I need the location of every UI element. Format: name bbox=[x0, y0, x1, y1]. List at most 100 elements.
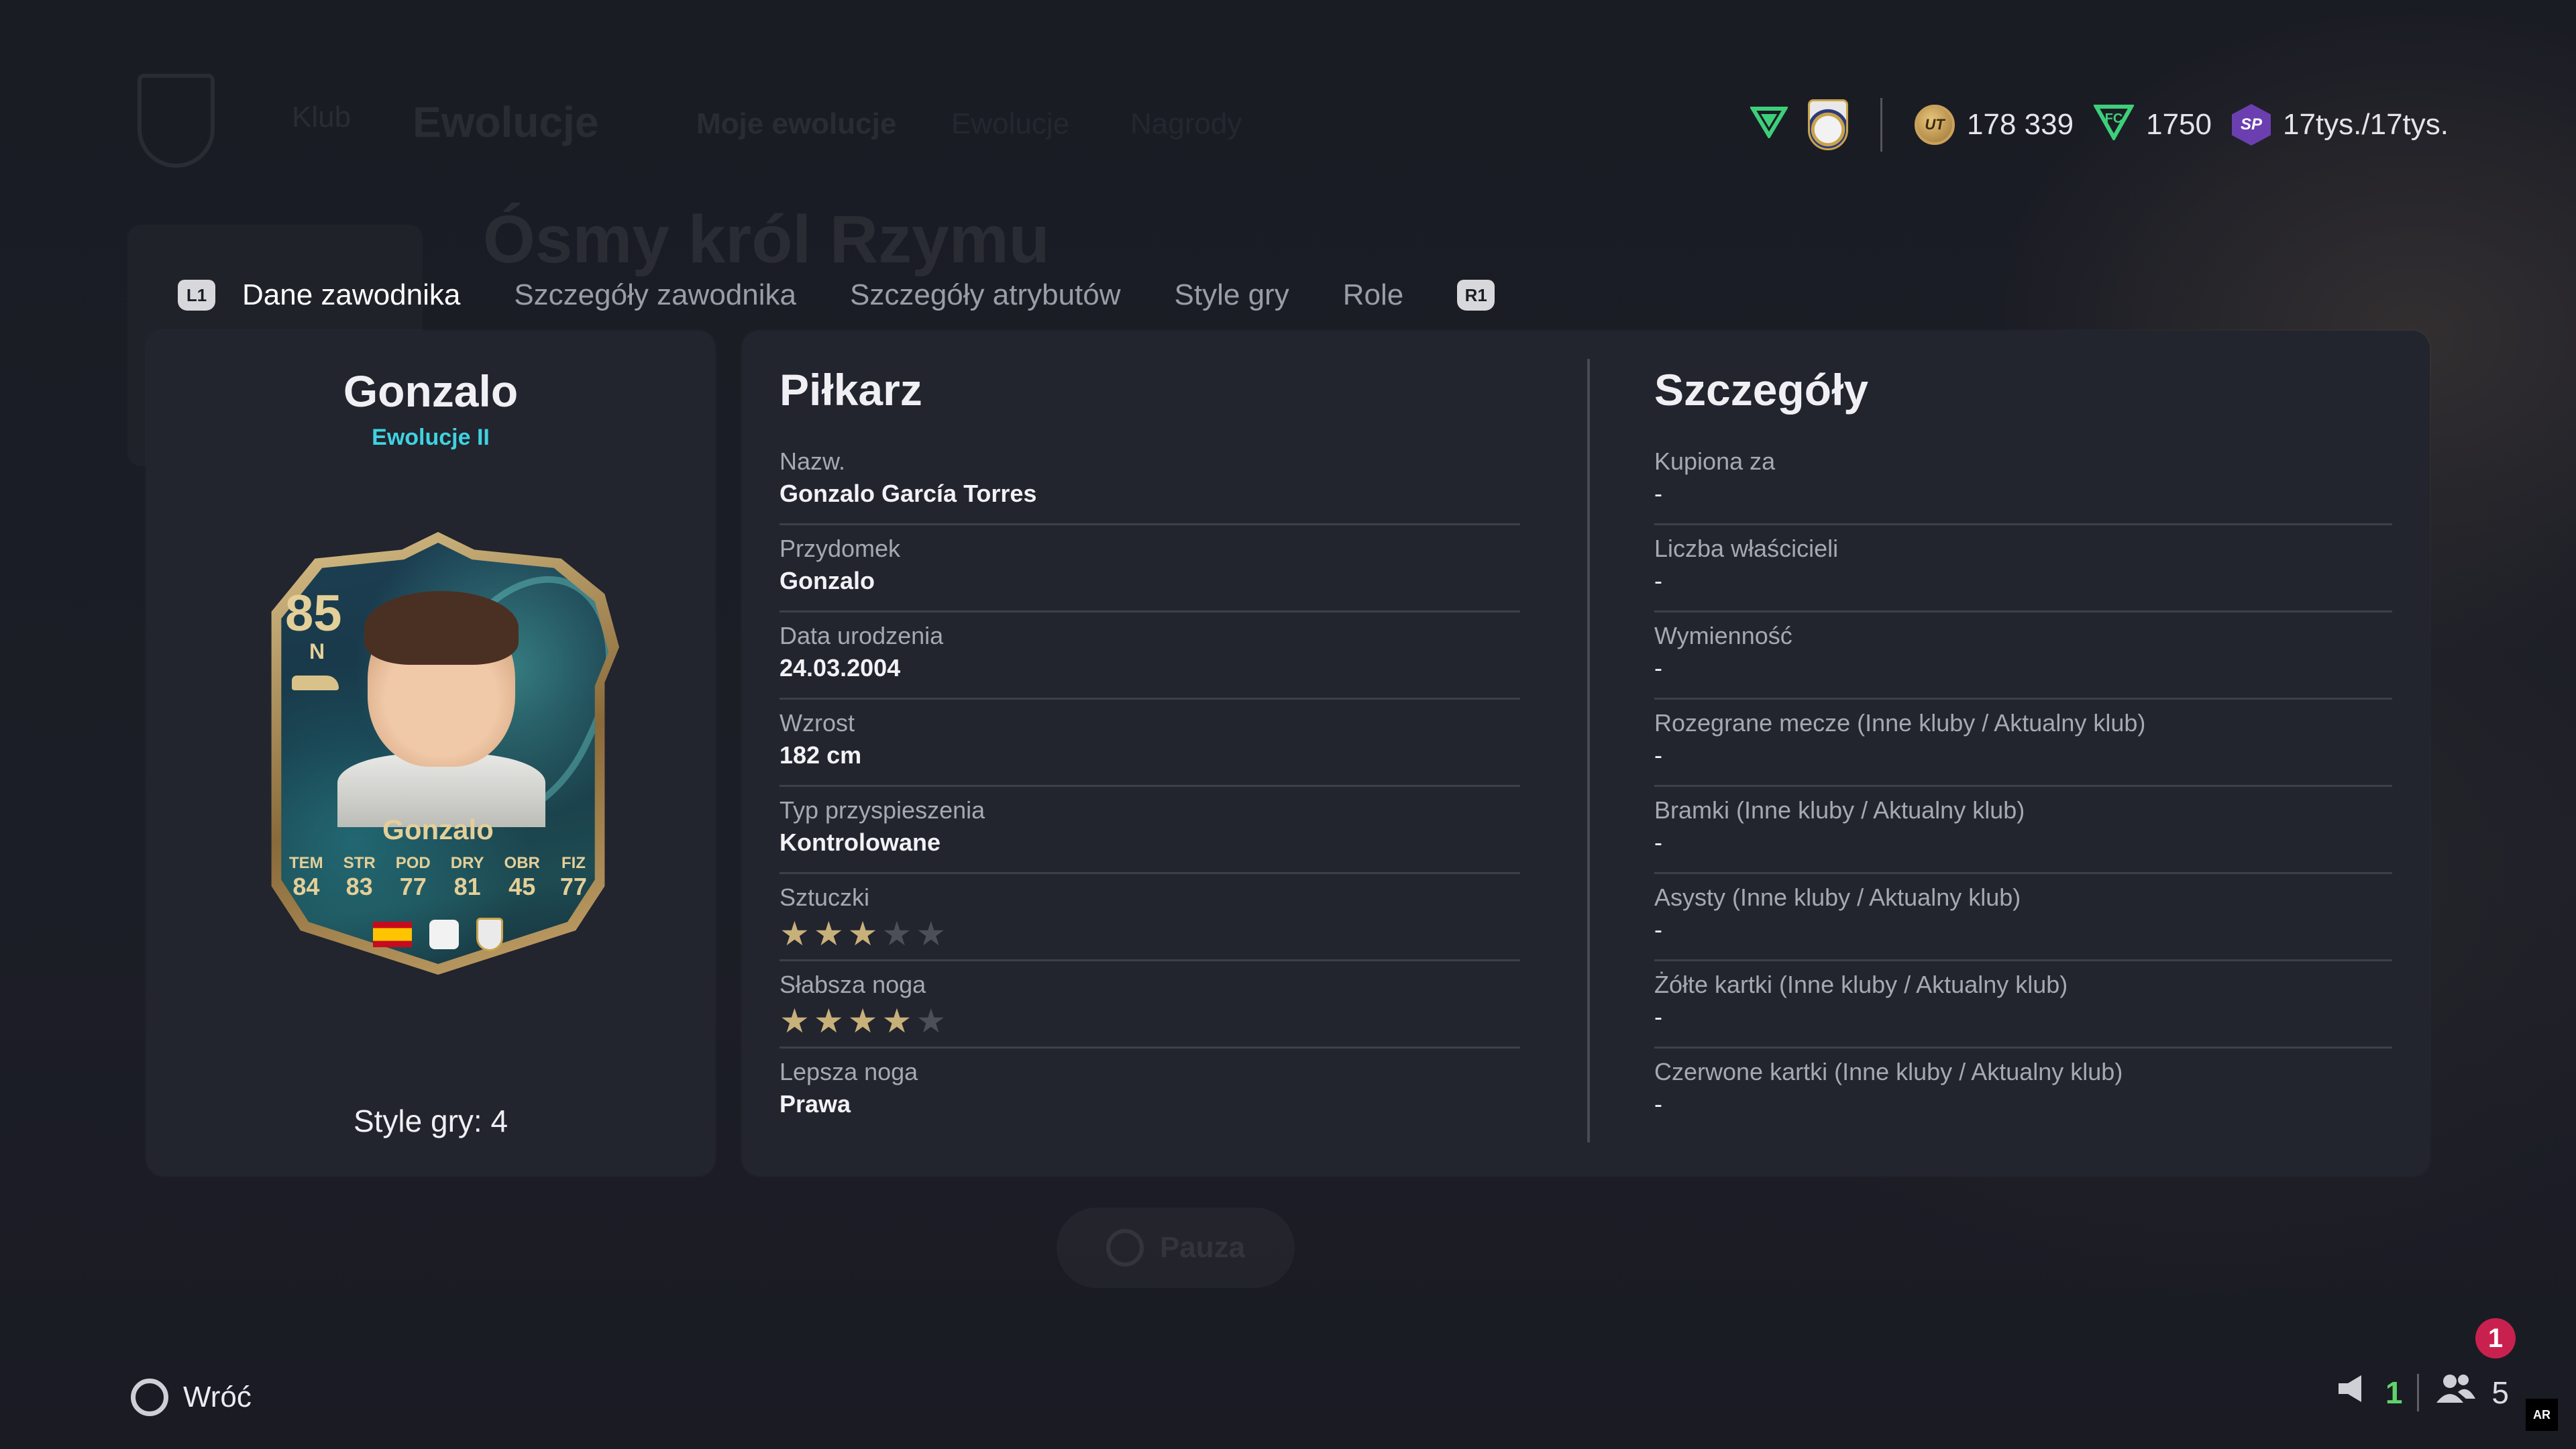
detail-row-name: Nazw. Gonzalo García Torres bbox=[780, 438, 1520, 525]
tab-style-gry[interactable]: Style gry bbox=[1175, 278, 1289, 312]
bg-pause-label: Pauza bbox=[1159, 1231, 1246, 1264]
card-stat-label: DRY bbox=[450, 854, 484, 872]
corner-logo: AR bbox=[2526, 1399, 2558, 1431]
back-label: Wróć bbox=[183, 1381, 252, 1413]
sp-display: SP 17tys./17tys. bbox=[2231, 104, 2449, 146]
detail-value: Gonzalo García Torres bbox=[780, 480, 1037, 507]
shield-green-icon bbox=[1749, 105, 1789, 146]
tab-dane-zawodnika[interactable]: Dane zawodnika bbox=[242, 278, 460, 312]
card-stat-value: 83 bbox=[345, 873, 373, 900]
sp-value: 17tys./17tys. bbox=[2282, 108, 2449, 141]
detail-label: Kupiona za bbox=[1654, 447, 1776, 475]
star-filled-icon: ★ bbox=[847, 1002, 878, 1040]
detail-label: Lepsza noga bbox=[780, 1058, 918, 1085]
detail-row-matches: Rozegrane mecze (Inne kluby / Aktualny k… bbox=[1654, 700, 2392, 787]
card-stat: STR 83 bbox=[343, 854, 376, 901]
detail-value: 24.03.2004 bbox=[780, 654, 901, 682]
player-details-panel: Piłkarz Nazw. Gonzalo García Torres Przy… bbox=[742, 331, 2430, 1176]
detail-row-nickname: Przydomek Gonzalo bbox=[780, 525, 1520, 612]
playstyles-count: Style gry: 4 bbox=[353, 1104, 508, 1138]
star-filled-icon: ★ bbox=[813, 1002, 844, 1040]
points-display: FC 1750 bbox=[2092, 103, 2212, 148]
weak-foot-stars: ★ ★ ★ ★ ★ bbox=[780, 1004, 1520, 1038]
star-filled-icon: ★ bbox=[881, 1002, 912, 1040]
club-badge-icon bbox=[476, 918, 503, 951]
fc-points-icon: FC bbox=[2092, 103, 2135, 148]
card-stat-label: OBR bbox=[504, 854, 540, 872]
detail-row-goals: Bramki (Inne kluby / Aktualny klub) - bbox=[1654, 787, 2392, 874]
detail-row-bought-for: Kupiona za - bbox=[1654, 438, 2392, 525]
pilkarz-title: Piłkarz bbox=[780, 365, 922, 415]
r1-bumper-icon[interactable]: R1 bbox=[1457, 280, 1495, 311]
tab-szczegoly-atrybutow[interactable]: Szczegóły atrybutów bbox=[850, 278, 1121, 312]
card-stats: TEM 84 STR 83 POD 77 DRY 81 OBR 45 FIZ 77 bbox=[289, 854, 587, 901]
league-logo-icon bbox=[429, 920, 459, 949]
detail-value: Gonzalo bbox=[780, 567, 875, 594]
back-button[interactable]: Wróć bbox=[131, 1379, 252, 1416]
card-stat: DRY 81 bbox=[451, 854, 484, 901]
detail-value: - bbox=[1654, 916, 1662, 943]
player-card-panel: Gonzalo Ewolucje II 85 N Gonzalo TEM 84 S… bbox=[146, 331, 715, 1176]
megaphone-icon[interactable] bbox=[2336, 1373, 2371, 1412]
card-stat-value: 45 bbox=[508, 873, 536, 900]
detail-label: Liczba właścicieli bbox=[1654, 535, 1839, 562]
notification-badge[interactable]: 1 bbox=[2475, 1318, 2516, 1358]
detail-row-skill-moves: Sztuczki ★ ★ ★ ★ ★ bbox=[780, 874, 1520, 961]
ut-logo-icon bbox=[138, 74, 215, 168]
coin-icon: UT bbox=[1915, 105, 1955, 145]
detail-value: - bbox=[1654, 1003, 1662, 1030]
card-stat-value: 84 bbox=[292, 873, 320, 900]
messages-count: 1 bbox=[2385, 1375, 2403, 1410]
friends-count: 5 bbox=[2491, 1375, 2509, 1410]
detail-row-birthdate: Data urodzenia 24.03.2004 bbox=[780, 612, 1520, 700]
currency-bar: UT 178 339 FC 1750 SP 17tys./17tys. bbox=[1749, 94, 2449, 156]
player-name: Gonzalo bbox=[343, 366, 519, 416]
l1-bumper-icon[interactable]: L1 bbox=[178, 280, 215, 311]
nation-flag-icon bbox=[373, 922, 412, 947]
circle-button-icon bbox=[131, 1379, 168, 1416]
star-filled-icon: ★ bbox=[847, 915, 878, 953]
detail-value: - bbox=[1654, 654, 1662, 682]
friends-icon[interactable] bbox=[2434, 1372, 2477, 1413]
card-stat: POD 77 bbox=[396, 854, 431, 901]
status-divider bbox=[2417, 1373, 2420, 1411]
detail-label: Data urodzenia bbox=[780, 622, 944, 649]
bg-club-label: Klub bbox=[292, 101, 352, 133]
card-stat: OBR 45 bbox=[504, 854, 540, 901]
star-empty-icon: ★ bbox=[916, 915, 947, 953]
bg-section-title: Ewolucje bbox=[413, 98, 599, 146]
detail-row-height: Wzrost 182 cm bbox=[780, 700, 1520, 787]
detail-label: Bramki (Inne kluby / Aktualny klub) bbox=[1654, 796, 2025, 824]
player-subtitle: Ewolucje II bbox=[372, 425, 490, 450]
detail-label: Przydomek bbox=[780, 535, 901, 562]
bg-tab-moje: Moje ewolucje bbox=[696, 107, 897, 140]
card-stat: TEM 84 bbox=[289, 854, 323, 901]
tab-role[interactable]: Role bbox=[1343, 278, 1404, 312]
detail-label: Wzrost bbox=[780, 709, 855, 737]
bg-tab-nagrody: Nagrody bbox=[1130, 107, 1242, 140]
column-divider bbox=[1587, 359, 1590, 1142]
bg-pause-icon bbox=[1106, 1229, 1144, 1267]
star-filled-icon: ★ bbox=[780, 915, 810, 953]
detail-row-yellow-cards: Żółte kartki (Inne kluby / Aktualny klub… bbox=[1654, 961, 2392, 1049]
club-crest-icon bbox=[1808, 99, 1849, 150]
detail-value: - bbox=[1654, 567, 1662, 594]
bg-pause-button: Pauza bbox=[1057, 1208, 1295, 1288]
detail-label: Typ przyspieszenia bbox=[780, 796, 985, 824]
social-status-bar: 1 5 bbox=[2336, 1372, 2509, 1413]
points-value: 1750 bbox=[2146, 108, 2212, 141]
star-empty-icon: ★ bbox=[916, 1002, 947, 1040]
tab-szczegoly-zawodnika[interactable]: Szczegóły zawodnika bbox=[514, 278, 796, 312]
card-stat-label: POD bbox=[395, 854, 431, 872]
detail-label: Żółte kartki (Inne kluby / Aktualny klub… bbox=[1654, 971, 2068, 998]
card-stat-value: 81 bbox=[453, 873, 481, 900]
detail-row-acceleration: Typ przyspieszenia Kontrolowane bbox=[780, 787, 1520, 874]
detail-value: - bbox=[1654, 1090, 1662, 1118]
card-stat-label: TEM bbox=[289, 854, 323, 872]
szczegoly-title: Szczegóły bbox=[1654, 365, 1869, 415]
sp-icon: SP bbox=[2231, 104, 2271, 146]
player-card[interactable]: 85 N Gonzalo TEM 84 STR 83 POD 77 DRY 81 OBR… bbox=[257, 532, 619, 975]
detail-value: 182 cm bbox=[780, 741, 862, 769]
bg-evo-title: Ósmy król Rzymu bbox=[483, 202, 1050, 277]
detail-value: - bbox=[1654, 828, 1662, 856]
